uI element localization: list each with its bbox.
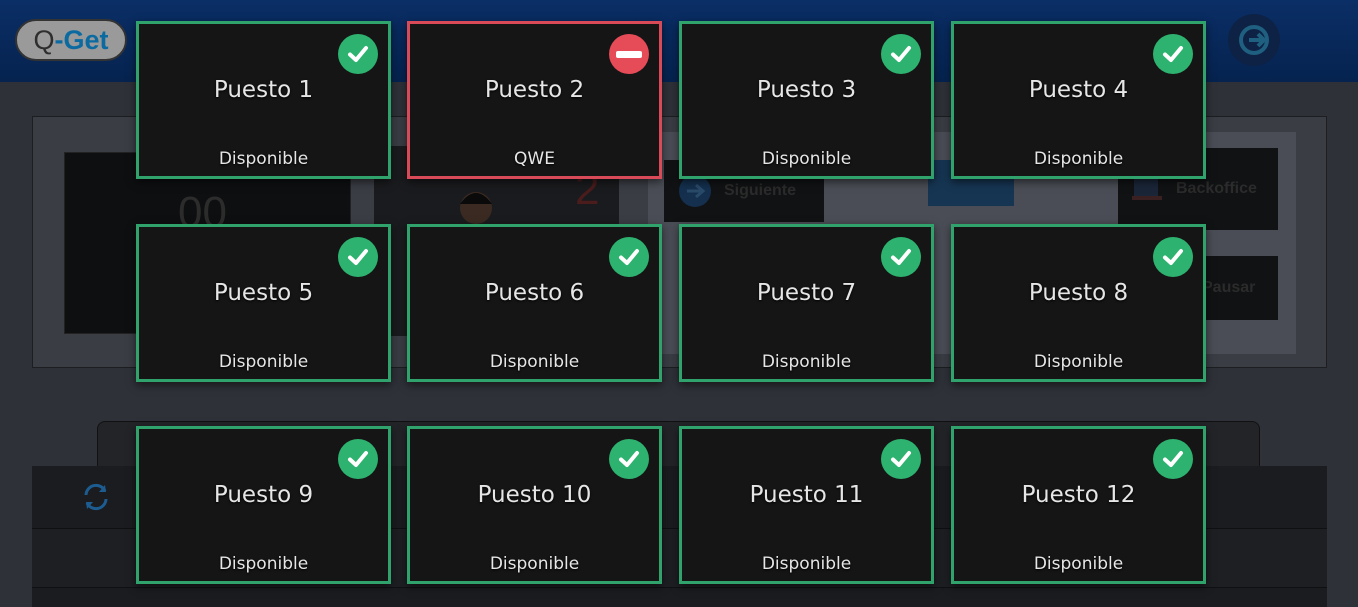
backoffice-button-label: Backoffice bbox=[1176, 180, 1257, 197]
check-circle-icon bbox=[881, 237, 921, 277]
desk-status: Disponible bbox=[1033, 149, 1124, 169]
desk-status: Disponible bbox=[489, 554, 580, 574]
desk-tile[interactable]: Puesto 8 Disponible bbox=[951, 224, 1206, 382]
desk-name: Puesto 11 bbox=[749, 482, 864, 508]
logout-button[interactable] bbox=[1228, 14, 1280, 66]
logo-prefix: Q bbox=[33, 25, 55, 55]
refresh-icon[interactable] bbox=[80, 481, 112, 517]
desk-status: Disponible bbox=[1033, 554, 1124, 574]
desk-name: Puesto 5 bbox=[213, 280, 314, 306]
desk-tile[interactable]: Puesto 4 Disponible bbox=[951, 21, 1206, 179]
desk-name: Puesto 9 bbox=[213, 482, 314, 508]
desk-status: Disponible bbox=[489, 352, 580, 372]
desk-name: Puesto 7 bbox=[756, 280, 857, 306]
check-circle-icon bbox=[609, 237, 649, 277]
desk-status: Disponible bbox=[761, 352, 852, 372]
desk-tile[interactable]: Puesto 9 Disponible bbox=[136, 426, 391, 584]
desk-tile[interactable]: Puesto 2 QWE bbox=[407, 21, 662, 179]
check-circle-icon bbox=[338, 237, 378, 277]
desk-tile[interactable]: Puesto 10 Disponible bbox=[407, 426, 662, 584]
desk-name: Puesto 1 bbox=[213, 77, 314, 103]
check-circle-icon bbox=[881, 34, 921, 74]
desk-status: Disponible bbox=[218, 352, 309, 372]
check-circle-icon bbox=[338, 34, 378, 74]
desk-tile[interactable]: Puesto 1 Disponible bbox=[136, 21, 391, 179]
arrow-right-icon bbox=[679, 175, 711, 207]
desk-name: Puesto 8 bbox=[1028, 280, 1129, 306]
pause-button-label: Pausar bbox=[1202, 279, 1256, 296]
desk-name: Puesto 6 bbox=[484, 280, 585, 306]
desk-name: Puesto 4 bbox=[1028, 77, 1129, 103]
check-circle-icon bbox=[338, 439, 378, 479]
desk-name: Puesto 2 bbox=[484, 77, 585, 103]
desk-tile[interactable]: Puesto 7 Disponible bbox=[679, 224, 934, 382]
desk-status: QWE bbox=[514, 149, 555, 169]
desk-tile[interactable]: Puesto 3 Disponible bbox=[679, 21, 934, 179]
desk-name: Puesto 12 bbox=[1021, 482, 1136, 508]
desk-name: Puesto 3 bbox=[756, 77, 857, 103]
desk-name: Puesto 10 bbox=[477, 482, 592, 508]
logo-accent: -Get bbox=[54, 25, 109, 55]
desk-status: Disponible bbox=[1033, 352, 1124, 372]
check-circle-icon bbox=[1153, 34, 1193, 74]
logout-icon bbox=[1239, 25, 1269, 55]
desk-status: Disponible bbox=[761, 149, 852, 169]
desk-status: Disponible bbox=[218, 554, 309, 574]
desk-status: Disponible bbox=[761, 554, 852, 574]
check-circle-icon bbox=[1153, 439, 1193, 479]
desk-status: Disponible bbox=[218, 149, 309, 169]
next-button-label: Siguiente bbox=[724, 182, 797, 199]
agent-avatar-icon bbox=[460, 192, 492, 224]
check-circle-icon bbox=[609, 439, 649, 479]
desk-tile[interactable]: Puesto 12 Disponible bbox=[951, 426, 1206, 584]
desk-tile[interactable]: Puesto 11 Disponible bbox=[679, 426, 934, 584]
desk-tile[interactable]: Puesto 5 Disponible bbox=[136, 224, 391, 382]
check-circle-icon bbox=[1153, 237, 1193, 277]
check-circle-icon bbox=[881, 439, 921, 479]
no-entry-icon bbox=[609, 34, 649, 74]
desk-tile[interactable]: Puesto 6 Disponible bbox=[407, 224, 662, 382]
app-logo: Q-Get bbox=[15, 19, 127, 61]
